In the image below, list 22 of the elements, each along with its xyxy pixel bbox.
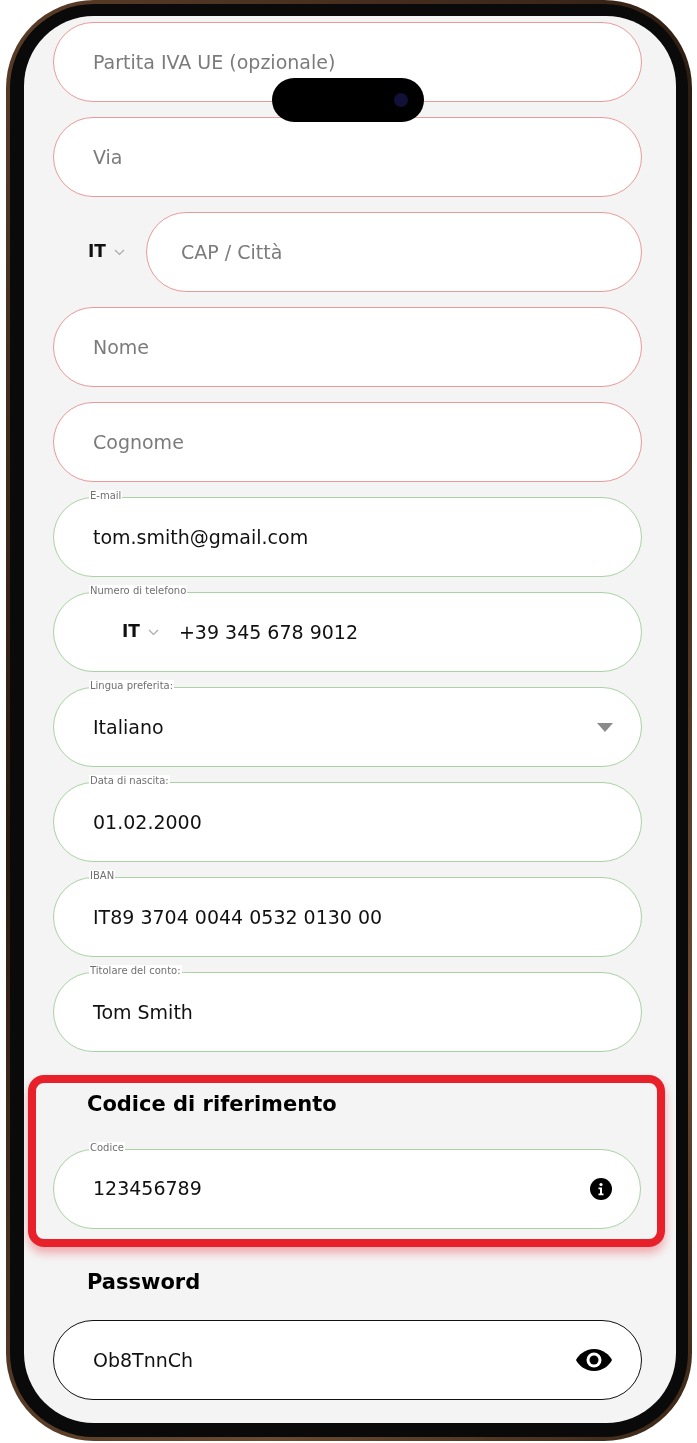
chevron-down-icon [113,248,125,256]
field-label: E-mail [89,490,123,502]
country-select[interactable]: IT [53,239,146,265]
field-label: Titolare del conto: [89,965,182,977]
country-select[interactable]: IT [122,619,159,645]
field-label: Numero di telefono [89,585,188,597]
field-label: IBAN [89,870,116,882]
field-label: Lingua preferita: [89,680,175,692]
eye-icon [575,1348,613,1372]
info-icon [590,1177,612,1200]
caret-down-icon [597,722,613,732]
chevron-down-icon [147,628,159,636]
input-field[interactable]: Via [53,117,642,197]
field-label: Data di nascita: [89,775,170,787]
input-field[interactable]: Ob8TnnCh [53,1320,642,1400]
section-title: Password [86,1268,202,1296]
input-field[interactable]: Nome [53,307,642,387]
field-label: Codice [89,1141,125,1154]
input-field[interactable]: Cognome [53,402,642,482]
input-field[interactable]: Partita IVA UE (opzionale) [53,22,642,102]
input-field[interactable]: CAP / Città [146,212,642,292]
section-title: Codice di riferimento [86,1091,338,1118]
